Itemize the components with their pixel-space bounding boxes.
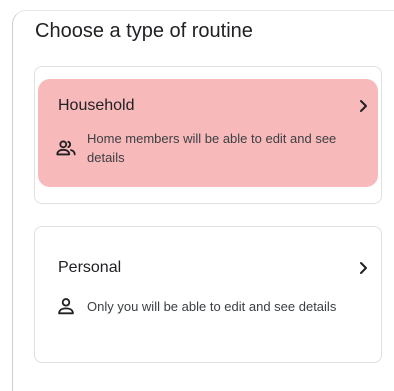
chevron-right-icon bbox=[360, 262, 367, 274]
person-icon bbox=[58, 298, 74, 315]
personal-description: Only you will be able to edit and see de… bbox=[87, 299, 337, 314]
people-icon bbox=[56, 140, 76, 156]
page-title: Choose a type of routine bbox=[35, 20, 253, 42]
household-description: Home members will be able to edit and se… bbox=[87, 131, 337, 165]
household-label: Household bbox=[58, 97, 135, 114]
household-routine-card[interactable]: Household Home members will be able to e… bbox=[34, 66, 382, 204]
chevron-right-icon bbox=[360, 100, 367, 112]
personal-label: Personal bbox=[58, 259, 122, 276]
personal-routine-card[interactable]: Personal Only you will be able to edit a… bbox=[34, 226, 382, 363]
